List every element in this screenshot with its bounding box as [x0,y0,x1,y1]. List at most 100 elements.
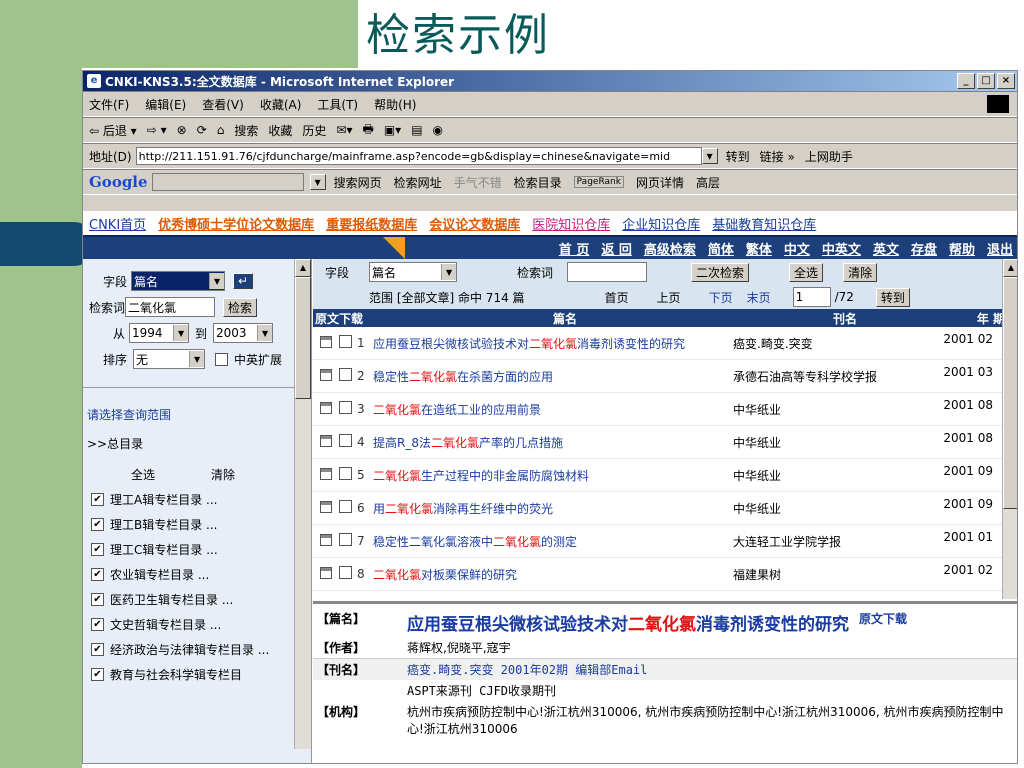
maximize-button[interactable]: □ [977,73,995,89]
category-item[interactable]: ✔ 医药卫生辑专栏目录 ... [91,591,311,608]
table-row[interactable]: 1 应用蚕豆根尖微核试验技术对二氧化氯消毒剂诱变性的研究 癌变.畸变.突变 2001 … [313,327,1017,360]
row-title[interactable]: 用二氧化氯消除再生纤维中的荧光 [373,500,733,517]
nav-back[interactable]: 返 回 [601,239,632,258]
table-row[interactable]: 8 二氧化氯对板栗保鲜的研究 福建果树 2001 02 [313,558,1017,591]
nav-advanced-search[interactable]: 高级检索 [644,239,696,258]
nav-cnki-home[interactable]: CNKI首页 [89,214,146,233]
home-icon[interactable]: ⌂ [217,123,225,137]
document-icon[interactable] [320,566,332,579]
category-checkbox[interactable]: ✔ [91,668,104,681]
helper-button[interactable]: 上网助手 [805,148,853,165]
document-icon[interactable] [320,335,332,348]
row-checkbox[interactable] [339,467,352,480]
row-checkbox[interactable] [339,401,352,414]
forward-button[interactable]: ⇨ ▾ [147,123,167,137]
results-scrollbar[interactable]: ▲ [1002,259,1017,599]
secondary-search-button[interactable]: 二次检索 [691,262,750,282]
term-input[interactable]: 二氧化氯 [125,297,216,317]
select-all-catalog[interactable]: 全选 [131,466,155,483]
sidebar-scrollbar[interactable]: ▲ [294,259,311,749]
back-button[interactable]: ⇦ 后退 ▾ [89,122,137,139]
journal-value[interactable]: 癌变.畸变.突变 2001年02期 编辑部Email [407,661,647,678]
google-search-web[interactable]: 搜索网页 [334,174,382,191]
category-item[interactable]: ✔ 文史哲辑专栏目录 ... [91,616,311,633]
nav-conference-db[interactable]: 会议论文数据库 [429,214,520,233]
nav-save[interactable]: 存盘 [911,239,937,258]
go-button[interactable]: 转到 [726,148,750,165]
left-search-button[interactable]: 检索 [223,297,258,317]
table-row[interactable]: 4 提高R_8法二氧化氯产率的几点措施 中华纸业 2001 08 [313,426,1017,459]
prev-page-link[interactable]: 上页 [657,289,681,306]
nav-traditional[interactable]: 繁体 [746,239,772,258]
field-info-button[interactable]: ↵ [233,273,254,289]
address-dropdown-icon[interactable]: ▾ [701,148,718,164]
row-title[interactable]: 稳定性二氧化氯在杀菌方面的应用 [373,368,733,385]
scroll-thumb[interactable] [1003,277,1017,509]
search-button[interactable]: 搜索 [234,122,258,139]
row-title[interactable]: 稳定性二氧化氯溶液中二氧化氯的测定 [373,533,733,550]
document-icon[interactable] [320,533,332,546]
download-link[interactable]: 原文下载 [859,610,907,627]
category-checkbox[interactable]: ✔ [91,593,104,606]
google-lucky[interactable]: 手气不错 [454,174,502,191]
nav-newspaper-db[interactable]: 重要报纸数据库 [326,214,417,233]
pagerank-badge[interactable]: PageRank [573,176,624,188]
table-row[interactable]: 6 用二氧化氯消除再生纤维中的荧光 中华纸业 2001 09 [313,492,1017,525]
row-checkbox[interactable] [339,500,352,513]
menu-favorites[interactable]: 收藏(A) [260,96,302,113]
nav-hospital-db[interactable]: 医院知识仓库 [532,214,610,233]
google-search-site[interactable]: 检索网址 [394,174,442,191]
row-checkbox[interactable] [339,566,352,579]
category-checkbox[interactable]: ✔ [91,568,104,581]
stop-icon[interactable]: ⊗ [177,123,187,137]
refresh-icon[interactable]: ⟳ [197,123,207,137]
from-year-select[interactable]: 1994 ▼ [129,323,190,343]
category-item[interactable]: ✔ 理工B辑专栏目录 ... [91,516,311,533]
scroll-thumb[interactable] [295,277,311,399]
messenger-icon[interactable]: ◉ [433,123,443,137]
category-checkbox[interactable]: ✔ [91,493,104,506]
google-search-input[interactable] [151,173,304,191]
edit-icon[interactable]: ▣▾ [384,123,401,137]
category-checkbox[interactable]: ✔ [91,543,104,556]
nav-home[interactable]: 首 页 [559,239,590,258]
print-icon[interactable]: 🖶 [363,120,374,141]
favorites-button[interactable]: 收藏 [268,122,292,139]
discuss-icon[interactable]: ▤ [411,123,422,137]
to-year-select[interactable]: 2003 ▼ [213,323,274,343]
menu-view[interactable]: 查看(V) [202,96,244,113]
nav-enterprise-db[interactable]: 企业知识仓库 [622,214,700,233]
row-checkbox[interactable] [339,533,352,546]
document-icon[interactable] [320,368,332,381]
menu-edit[interactable]: 编辑(E) [145,96,186,113]
table-row[interactable]: 7 稳定性二氧化氯溶液中二氧化氯的测定 大连轻工业学院学报 2001 01 [313,525,1017,558]
table-row[interactable]: 2 稳定性二氧化氯在杀菌方面的应用 承德石油高等专科学校学报 2001 03 [313,360,1017,393]
table-row[interactable]: 3 二氧化氯在造纸工业的应用前景 中华纸业 2001 08 [313,393,1017,426]
row-title[interactable]: 提高R_8法二氧化氯产率的几点措施 [373,434,733,451]
clear-button[interactable]: 清除 [843,262,878,282]
category-checkbox[interactable]: ✔ [91,518,104,531]
menu-tools[interactable]: 工具(T) [317,96,358,113]
table-row[interactable]: 5 二氧化氯生产过程中的非金属防腐蚀材料 中华纸业 2001 09 [313,459,1017,492]
scroll-up-arrow[interactable]: ▲ [1003,259,1017,277]
row-checkbox[interactable] [339,434,352,447]
category-item[interactable]: ✔ 农业辑专栏目录 ... [91,566,311,583]
select-all-button[interactable]: 全选 [789,262,824,282]
row-checkbox[interactable] [339,368,352,381]
goto-button[interactable]: 转到 [875,287,910,307]
right-field-select[interactable]: 篇名 ▼ [369,262,458,282]
minimize-button[interactable]: _ [957,73,975,89]
nav-education-db[interactable]: 基础教育知识仓库 [712,214,816,233]
page-input[interactable]: 1 [792,287,831,307]
category-item[interactable]: ✔ 理工A辑专栏目录 ... [91,491,311,508]
menu-file[interactable]: 文件(F) [89,96,129,113]
nav-thesis-db[interactable]: 优秀博硕士学位论文数据库 [158,214,314,233]
mail-icon[interactable]: ✉▾ [336,123,352,137]
last-page-link[interactable]: 末页 [747,289,771,306]
document-icon[interactable] [320,500,332,513]
document-icon[interactable] [320,434,332,447]
bilingual-expand-checkbox[interactable] [215,352,229,366]
field-select[interactable]: 篇名 ▼ [131,271,226,291]
document-icon[interactable] [320,401,332,414]
sort-select[interactable]: 无 ▼ [133,349,206,369]
